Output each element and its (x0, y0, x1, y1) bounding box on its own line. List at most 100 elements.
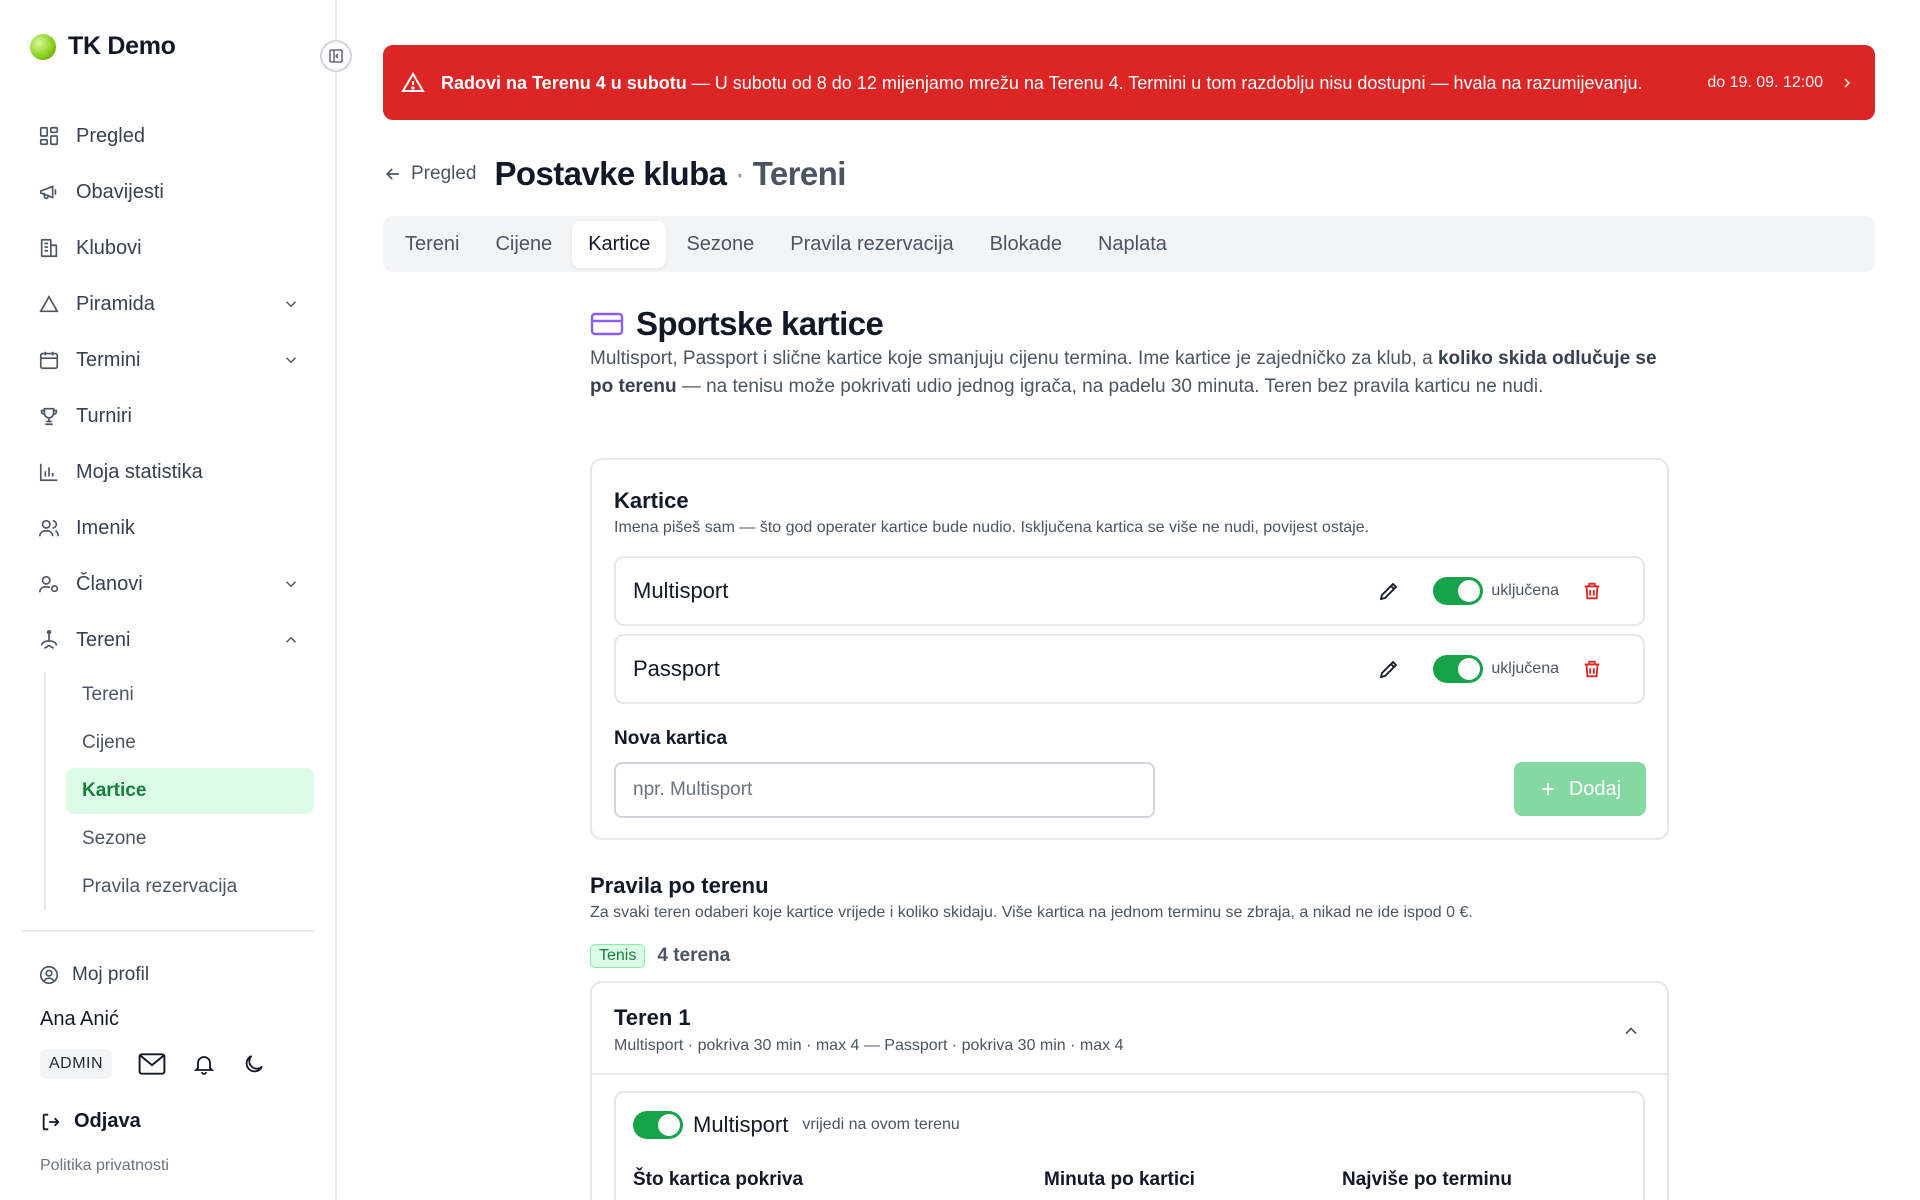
tab-sezone[interactable]: Sezone (670, 221, 770, 268)
chevron-right-icon[interactable] (1839, 75, 1855, 91)
tab-cijene[interactable]: Cijene (479, 221, 568, 268)
sport-tag: Tenis (590, 944, 646, 968)
tennis-ball-logo-icon (30, 33, 56, 60)
sidebar-item-imenik[interactable]: Imenik (22, 500, 314, 556)
add-card-label: Dodaj (1568, 777, 1622, 800)
sidebar-item-obavijesti[interactable]: Obavijesti (22, 164, 314, 220)
field-label-minutes: Minuta po kartici (1044, 1169, 1195, 1190)
logout-label: Odjava (74, 1110, 141, 1132)
sidebar-item-tereni[interactable]: Tereni (22, 612, 314, 668)
sidebar-collapse-button[interactable] (320, 40, 352, 72)
alert-until: do 19. 09. 12:00 (1707, 74, 1855, 92)
user-actions: ADMIN (40, 1049, 266, 1079)
sidebar-item-label: Pregled (76, 124, 145, 147)
credit-card-icon (590, 312, 624, 336)
court-card: Teren 1 Multisport · pokriva 30 min · ma… (590, 981, 1669, 1200)
sidebar-item-piramida[interactable]: Piramida (22, 276, 314, 332)
subnav-item-cijene[interactable]: Cijene (66, 720, 314, 766)
sidebar-item-termini[interactable]: Termini (22, 332, 314, 388)
warning-icon (401, 71, 425, 92)
trash-icon[interactable] (1581, 580, 1603, 602)
trophy-icon (40, 407, 58, 426)
tereni-subnav: Tereni Cijene Kartice Sezone Pravila rez… (44, 672, 314, 910)
cards-panel-subtitle: Imena pišeš sam — što god operater karti… (614, 519, 1370, 536)
field-label-coverage: Što kartica pokriva (633, 1169, 804, 1190)
sidebar-item-label: Turniri (76, 404, 132, 427)
chevron-up-icon[interactable] (282, 631, 300, 649)
court-card-rule-note: vrijedi na ovom terenu (802, 1116, 960, 1133)
sidebar-item-klubovi[interactable]: Klubovi (22, 220, 314, 276)
moon-icon[interactable] (242, 1052, 266, 1076)
role-badge: ADMIN (40, 1049, 113, 1079)
back-link[interactable]: Pregled (383, 163, 477, 185)
tab-naplata[interactable]: Naplata (1082, 221, 1183, 268)
page-title-sub: Tereni (752, 155, 847, 192)
page-title-main: Postavke kluba (494, 155, 727, 192)
mail-icon[interactable] (138, 1052, 166, 1076)
user-circle-icon (39, 965, 59, 985)
brand[interactable]: TK Demo (30, 32, 176, 61)
trash-icon[interactable] (1581, 658, 1603, 680)
pencil-icon[interactable] (1377, 657, 1401, 681)
tab-kartice[interactable]: Kartice (572, 220, 667, 268)
sidebar-item-moja-statistika[interactable]: Moja statistika (22, 444, 314, 500)
sidebar-item-clanovi[interactable]: Članovi (22, 556, 314, 612)
subnav-item-kartice[interactable]: Kartice (66, 768, 314, 814)
section-header: Sportske kartice (590, 305, 884, 343)
profile-link[interactable]: Moj profil (38, 964, 149, 986)
card-row: Multisport uključena (614, 556, 1645, 626)
card-enabled-toggle[interactable] (1433, 577, 1484, 605)
alert-title: Radovi na Terenu 4 u subotu (441, 72, 687, 93)
card-name: Multisport (633, 578, 729, 603)
arrow-left-icon (385, 168, 399, 180)
tab-pravila-rezervacija[interactable]: Pravila rezervacija (774, 221, 969, 268)
cards-panel: Kartice Imena pišeš sam — što god operat… (590, 458, 1669, 840)
chevron-down-icon[interactable] (282, 351, 300, 369)
brand-name: TK Demo (68, 32, 176, 60)
cards-panel-title: Kartice (614, 488, 689, 513)
subnav-item-tereni[interactable]: Tereni (66, 672, 314, 718)
bell-icon[interactable] (192, 1052, 216, 1076)
add-card-button[interactable]: Dodaj (1514, 762, 1646, 816)
pencil-icon[interactable] (1377, 579, 1401, 603)
triangle-icon (39, 294, 59, 313)
card-status: uključena (1491, 660, 1559, 677)
tab-blokade[interactable]: Blokade (974, 221, 1078, 268)
page-header: Pregled Postavke kluba · Tereni (383, 155, 846, 193)
logout-button[interactable]: Odjava (40, 1110, 141, 1133)
sidebar-item-label: Termini (76, 348, 141, 371)
page-title-separator: · (734, 155, 745, 192)
rules-title: Pravila po terenu (590, 873, 769, 898)
sidebar-item-pregled[interactable]: Pregled (22, 108, 314, 164)
alert-banner[interactable]: Radovi na Terenu 4 u subotu — U subotu o… (383, 45, 1875, 120)
rules-subtitle: Za svaki teren odaberi koje kartice vrij… (590, 904, 1473, 921)
card-row-actions: uključena (1377, 655, 1627, 683)
chevron-down-icon[interactable] (282, 295, 300, 313)
subnav-item-sezone[interactable]: Sezone (66, 816, 314, 862)
users-icon (39, 519, 59, 537)
alert-message: — U subotu od 8 do 12 mijenjamo mrežu na… (686, 72, 1643, 93)
alert-text: Radovi na Terenu 4 u subotu — U subotu o… (441, 71, 1661, 95)
chevron-down-icon[interactable] (282, 575, 300, 593)
chevron-up-icon[interactable] (1621, 1021, 1641, 1041)
card-valid-toggle[interactable] (633, 1111, 683, 1139)
tab-tereni[interactable]: Tereni (389, 221, 475, 268)
sidebar-item-label: Klubovi (76, 236, 142, 259)
subnav-item-pravila-rezervacija[interactable]: Pravila rezervacija (66, 864, 314, 910)
new-card-input[interactable] (614, 762, 1155, 818)
card-status: uključena (1491, 582, 1559, 599)
court-title: Teren 1 (614, 1005, 691, 1030)
card-name: Passport (633, 656, 720, 681)
new-card-label: Nova kartica (614, 728, 728, 749)
sidebar-divider (22, 930, 314, 932)
panel-collapse-icon (329, 49, 343, 63)
court-card-header[interactable]: Teren 1 Multisport · pokriva 30 min · ma… (592, 983, 1667, 1075)
court-card-rule-header: Multisport vrijedi na ovom terenu (633, 1111, 960, 1139)
sidebar-item-turniri[interactable]: Turniri (22, 388, 314, 444)
sidebar-item-label: Članovi (76, 572, 143, 595)
megaphone-icon (39, 185, 57, 200)
back-link-label: Pregled (411, 163, 477, 184)
card-enabled-toggle[interactable] (1433, 655, 1484, 683)
card-row: Passport uključena (614, 634, 1645, 704)
privacy-link[interactable]: Politika privatnosti (40, 1157, 169, 1175)
